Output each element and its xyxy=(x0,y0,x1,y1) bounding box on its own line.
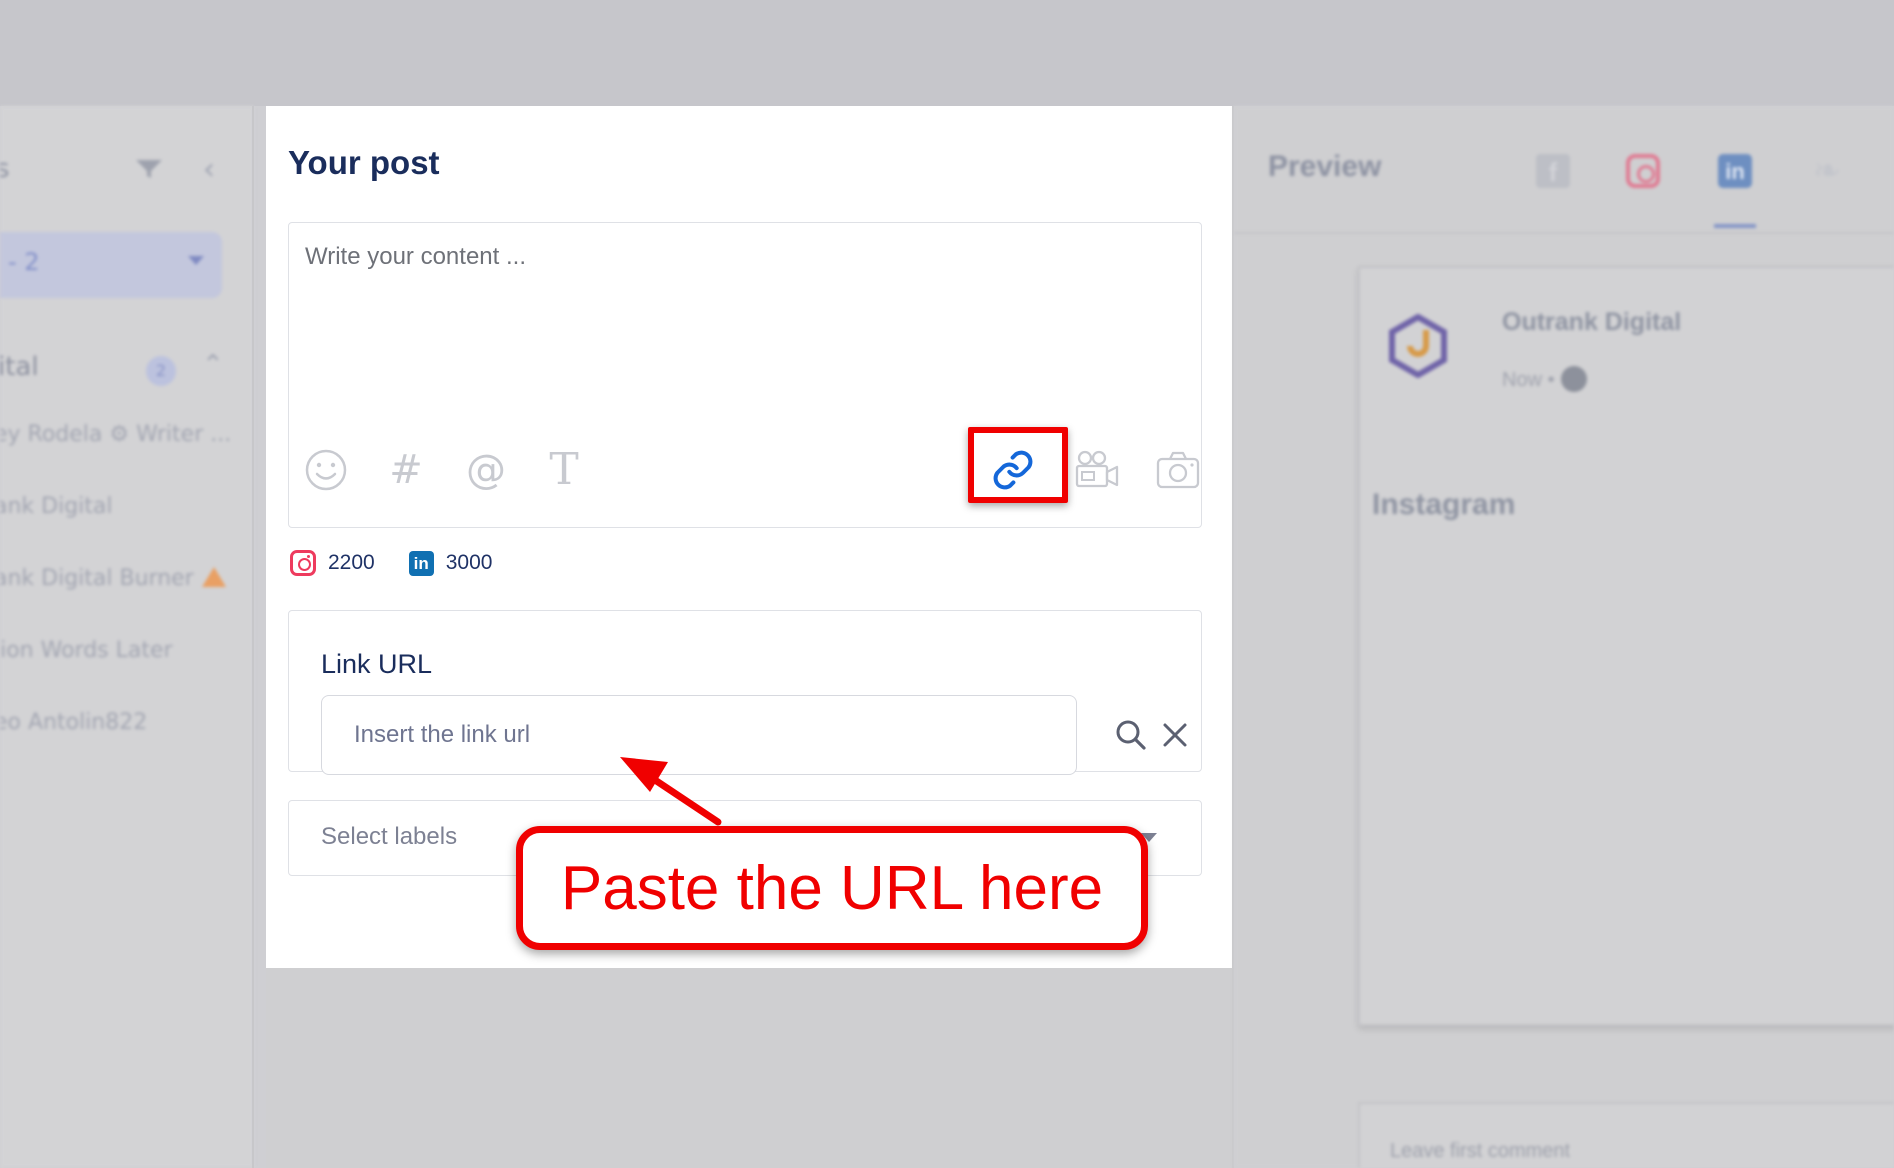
emoji-button[interactable] xyxy=(301,445,351,495)
sidebar-account-item[interactable]: ank Digital xyxy=(0,494,113,519)
account-group-badge: 2 xyxy=(146,356,176,386)
sidebar-title-fragment: s xyxy=(0,154,10,184)
account-group-select[interactable]: - 2 xyxy=(0,232,222,298)
smiley-icon xyxy=(305,449,347,491)
link-url-label: Link URL xyxy=(321,649,433,679)
camera-icon xyxy=(1156,451,1200,489)
hashtag-button[interactable]: # xyxy=(381,445,431,495)
preview-post-meta: Now • xyxy=(1502,366,1587,392)
editor-background xyxy=(266,968,1232,1168)
caret-down-icon xyxy=(188,256,204,265)
mention-button[interactable]: @ xyxy=(461,445,511,495)
top-bar xyxy=(0,0,1894,106)
sidebar-account-item[interactable]: ey Rodela ⚙ Writer ... xyxy=(0,422,231,447)
active-tab-indicator xyxy=(1714,224,1756,228)
preview-panel: Preview f in ❧ Outrank Digital Now • Ins… xyxy=(1234,106,1894,1168)
link-url-section: Link URL xyxy=(288,610,1202,775)
post-title: Your post xyxy=(288,144,440,181)
text-format-icon: T xyxy=(549,444,579,495)
annotation-text: Paste the URL here xyxy=(560,853,1104,923)
preview-post-time: Now • xyxy=(1502,369,1555,391)
preview-card: Outrank Digital Now • Instagram xyxy=(1358,266,1894,1026)
link-url-input[interactable] xyxy=(321,695,1077,775)
linkedin-char-limit: 3000 xyxy=(445,551,493,574)
preview-header-divider xyxy=(1234,232,1894,234)
link-icon xyxy=(993,450,1033,490)
account-group-select-value: - 2 xyxy=(8,248,40,276)
sidebar-account-item[interactable]: ank Digital Burner xyxy=(0,566,226,591)
at-icon: @ xyxy=(466,447,506,493)
link-button[interactable] xyxy=(988,445,1038,495)
character-counters: 2200 in 3000 xyxy=(290,546,526,580)
sidebar-account-item[interactable]: lion Words Later xyxy=(0,638,173,663)
first-comment-box[interactable]: Leave first comment xyxy=(1358,1102,1894,1168)
filter-icon[interactable] xyxy=(134,158,164,180)
content-editor: # @ T xyxy=(288,222,1202,528)
annotation-callout: Paste the URL here xyxy=(516,826,1148,950)
linkedin-icon: in xyxy=(408,550,434,576)
search-icon[interactable] xyxy=(1111,715,1151,755)
account-group-label: ital xyxy=(0,352,39,382)
preview-platform-label: Instagram xyxy=(1372,488,1516,521)
warning-icon xyxy=(201,567,226,587)
text-format-button[interactable]: T xyxy=(539,445,589,495)
video-camera-icon xyxy=(1075,450,1119,488)
chevron-up-icon[interactable]: ⌃ xyxy=(202,350,224,380)
collapse-sidebar-icon[interactable]: ‹ xyxy=(203,152,215,187)
photo-button[interactable] xyxy=(1153,445,1203,495)
instagram-counter: 2200 xyxy=(290,550,375,576)
labels-select-placeholder: Select labels xyxy=(321,823,458,850)
facebook-tab-icon[interactable]: f xyxy=(1536,154,1570,188)
globe-icon xyxy=(1560,366,1587,392)
first-comment-placeholder: Leave first comment xyxy=(1390,1140,1571,1162)
preview-title: Preview xyxy=(1268,150,1382,183)
linkedin-counter: in 3000 xyxy=(408,550,493,576)
content-textarea[interactable] xyxy=(289,223,1201,393)
close-icon[interactable] xyxy=(1155,715,1195,755)
instagram-icon xyxy=(290,550,316,576)
sidebar-account-item-label: ank Digital Burner xyxy=(0,566,194,591)
accounts-sidebar: s ‹ - 2 ital 2 ⌃ ey Rodela ⚙ Writer ... … xyxy=(0,106,254,1168)
sidebar-account-item[interactable]: eo Antolin822 xyxy=(0,710,147,735)
instagram-char-limit: 2200 xyxy=(328,551,375,574)
hashtag-icon: # xyxy=(389,447,423,493)
twitter-tab-icon[interactable]: ❧ xyxy=(1810,154,1844,188)
account-logo-icon xyxy=(1389,314,1447,378)
linkedin-tab-icon[interactable]: in xyxy=(1718,154,1752,188)
preview-account-name: Outrank Digital xyxy=(1502,308,1682,336)
video-button[interactable] xyxy=(1071,445,1121,495)
instagram-tab-icon[interactable] xyxy=(1626,154,1660,188)
sidebar-divider xyxy=(252,106,254,1168)
